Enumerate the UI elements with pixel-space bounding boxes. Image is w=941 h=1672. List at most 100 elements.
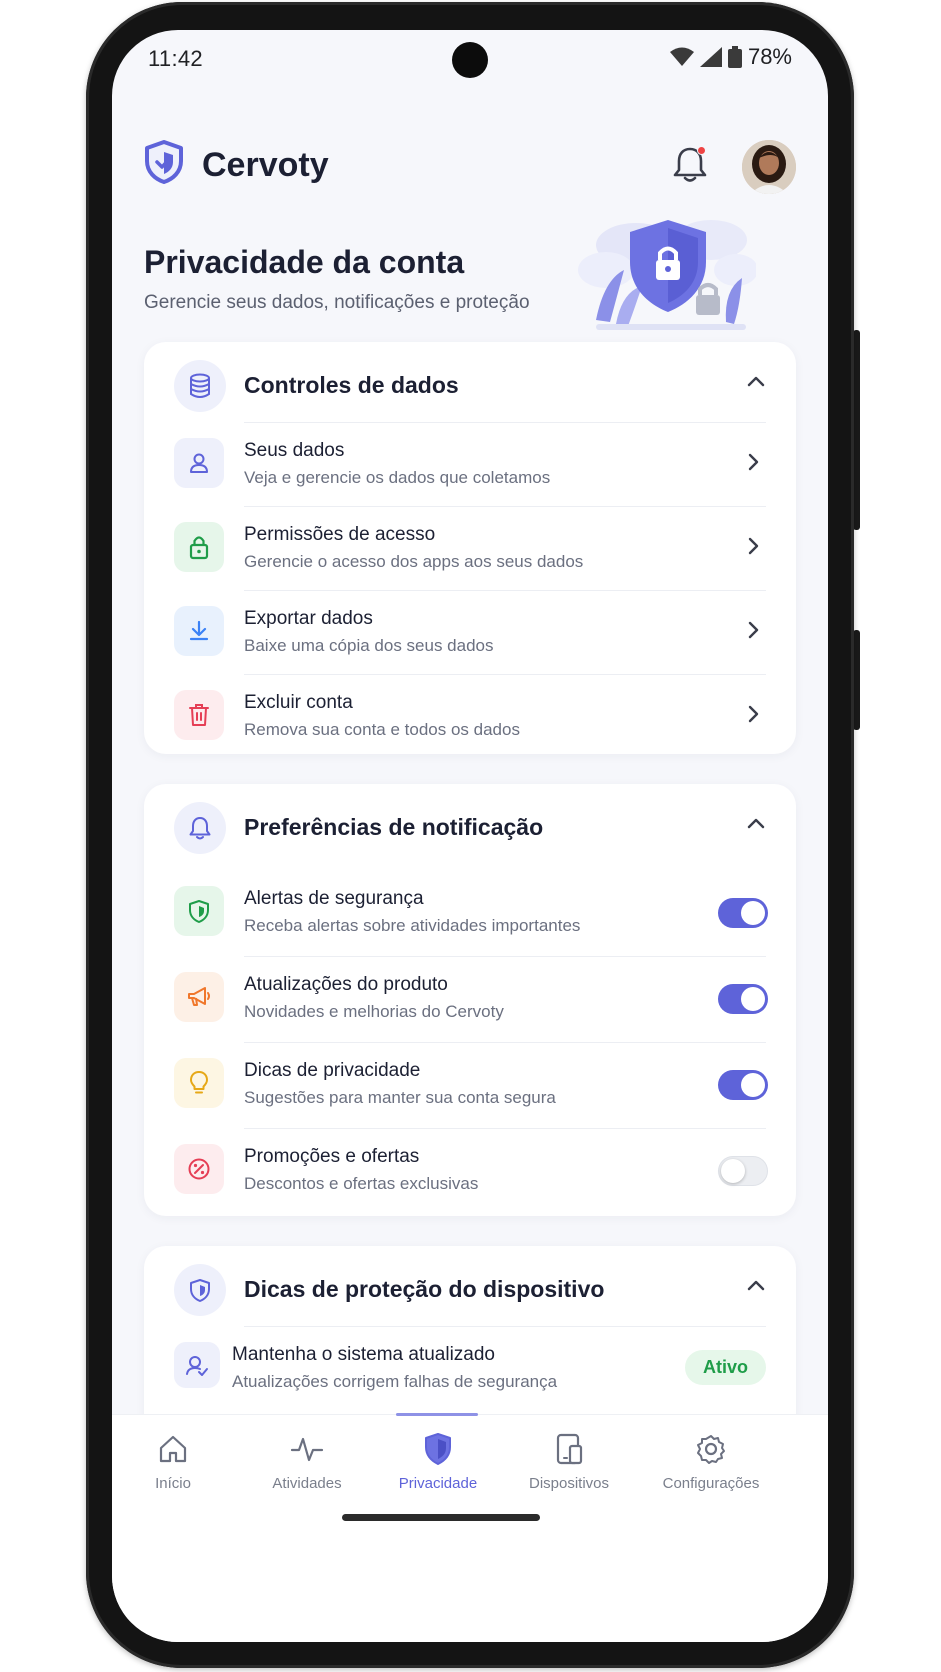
data-controls-title: Controles de dados <box>244 372 459 398</box>
divider <box>244 674 766 675</box>
item-subtitle: Novidades e melhorias do Cervoty <box>244 1002 504 1021</box>
status-badge: Ativo <box>685 1350 766 1385</box>
item-title: Mantenha o sistema atualizado <box>232 1344 495 1365</box>
toggle-knob <box>741 901 765 925</box>
security-alerts-toggle[interactable] <box>718 898 768 928</box>
shield-check-icon <box>174 886 224 936</box>
item-subtitle: Baixe uma cópia dos seus dados <box>244 636 494 655</box>
chevron-up-icon[interactable] <box>746 816 766 830</box>
nav-label: Atividades <box>272 1475 342 1492</box>
lightbulb-icon <box>174 1058 224 1108</box>
divider <box>244 956 766 957</box>
security-illustration <box>578 220 756 330</box>
page-subtitle: Gerencie seus dados, notificações e prot… <box>144 292 530 313</box>
chevron-right-icon <box>748 537 759 555</box>
notification-dot <box>697 146 706 155</box>
privacy-tips-toggle[interactable] <box>718 1070 768 1100</box>
nav-item-home[interactable]: Início <box>112 1429 238 1492</box>
brand-shield-icon <box>145 140 183 184</box>
user-icon <box>174 438 224 488</box>
toggle-knob <box>741 987 765 1011</box>
notification-preferences-title: Preferências de notificação <box>244 814 544 840</box>
nav-label: Privacidade <box>398 1475 478 1492</box>
lock-icon <box>174 522 224 572</box>
item-title: Dicas de privacidade <box>244 1060 421 1081</box>
divider <box>244 590 766 591</box>
download-icon <box>174 606 224 656</box>
product-updates-toggle[interactable] <box>718 984 768 1014</box>
status-bar: 11:42 78% <box>112 30 828 90</box>
discount-icon <box>174 1144 224 1194</box>
activity-icon <box>290 1437 324 1462</box>
nav-item-devices[interactable]: Dispositivos <box>504 1429 634 1492</box>
status-icons: 78% <box>669 44 792 70</box>
chevron-right-icon <box>748 705 759 723</box>
toggle-knob <box>721 1159 745 1183</box>
shield-icon <box>425 1433 451 1465</box>
avatar[interactable] <box>742 140 796 194</box>
home-indicator[interactable] <box>342 1514 540 1521</box>
data-item-access-permissions[interactable]: Permissões de acesso Gerencie o acesso d… <box>144 506 796 590</box>
volume-button <box>853 630 860 730</box>
item-title: Excluir conta <box>244 692 353 713</box>
app-header: Cervoty <box>112 110 828 210</box>
front-camera <box>452 42 488 78</box>
wifi-icon <box>669 47 694 66</box>
item-title: Alertas de segurança <box>244 888 424 909</box>
devices-icon <box>556 1433 583 1465</box>
item-subtitle: Veja e gerencie os dados que coletamos <box>244 468 551 487</box>
nav-item-activities[interactable]: Atividades <box>242 1429 372 1492</box>
system-update-icon <box>174 1342 220 1388</box>
divider <box>244 1128 766 1129</box>
nav-label: Dispositivos <box>528 1475 610 1492</box>
power-button <box>853 330 860 530</box>
home-icon <box>159 1435 187 1463</box>
megaphone-icon <box>174 972 224 1022</box>
signal-icon <box>699 47 722 67</box>
avatar-image <box>742 140 796 194</box>
item-subtitle: Descontos e ofertas exclusivas <box>244 1174 479 1193</box>
item-title: Atualizações do produto <box>244 974 448 995</box>
device-protection-title: Dicas de proteção do dispositivo <box>244 1276 605 1302</box>
page-title: Privacidade da conta <box>144 244 465 280</box>
item-title: Promoções e ofertas <box>244 1146 420 1167</box>
item-subtitle: Gerencie o acesso dos apps aos seus dado… <box>244 552 584 571</box>
nav-label: Início <box>155 1475 191 1492</box>
notification-item-security-alerts: Alertas de segurança Receba alertas sobr… <box>144 870 796 954</box>
divider <box>244 422 766 423</box>
chevron-up-icon[interactable] <box>746 1278 766 1292</box>
promotions-toggle[interactable] <box>718 1156 768 1186</box>
device-tip-system-update[interactable]: Mantenha o sistema atualizado Atualizaçõ… <box>144 1326 796 1410</box>
phone-screen: 11:42 78% Cervoty Privacidade da conta G… <box>112 30 828 1642</box>
database-icon <box>174 360 226 412</box>
nav-label: Configurações <box>662 1475 760 1492</box>
notification-preferences-header[interactable]: Preferências de notificação <box>144 784 796 868</box>
item-title: Seus dados <box>244 440 345 461</box>
notification-item-promotions: Promoções e ofertas Descontos e ofertas … <box>144 1128 796 1212</box>
data-controls-card: Controles de dados Seus dados Veja e ger… <box>144 342 796 754</box>
gear-icon <box>697 1435 725 1464</box>
data-item-export-data[interactable]: Exportar dados Baixe uma cópia dos seus … <box>144 590 796 674</box>
data-controls-header[interactable]: Controles de dados <box>144 342 796 426</box>
chevron-right-icon <box>748 621 759 639</box>
battery-percent: 78% <box>747 44 792 69</box>
status-time: 11:42 <box>148 46 203 71</box>
data-item-delete-account[interactable]: Excluir conta Remova sua conta e todos o… <box>144 674 796 758</box>
toggle-knob <box>741 1073 765 1097</box>
shield-icon <box>174 1264 226 1316</box>
item-title: Exportar dados <box>244 608 373 629</box>
item-subtitle: Atualizações corrigem falhas de seguranç… <box>232 1372 558 1391</box>
nav-item-settings[interactable]: Configurações <box>646 1429 776 1492</box>
item-title: Permissões de acesso <box>244 524 436 545</box>
notifications-button[interactable] <box>672 144 712 184</box>
device-protection-header[interactable]: Dicas de proteção do dispositivo <box>144 1246 796 1330</box>
item-subtitle: Sugestões para manter sua conta segura <box>244 1088 556 1107</box>
brand-name: Cervoty <box>202 146 329 184</box>
divider <box>244 1042 766 1043</box>
chevron-up-icon[interactable] <box>746 374 766 388</box>
chevron-right-icon <box>748 453 759 471</box>
trash-icon <box>174 690 224 740</box>
data-item-your-data[interactable]: Seus dados Veja e gerencie os dados que … <box>144 422 796 506</box>
nav-item-privacy[interactable]: Privacidade <box>373 1429 503 1492</box>
active-tab-indicator <box>396 1413 478 1416</box>
